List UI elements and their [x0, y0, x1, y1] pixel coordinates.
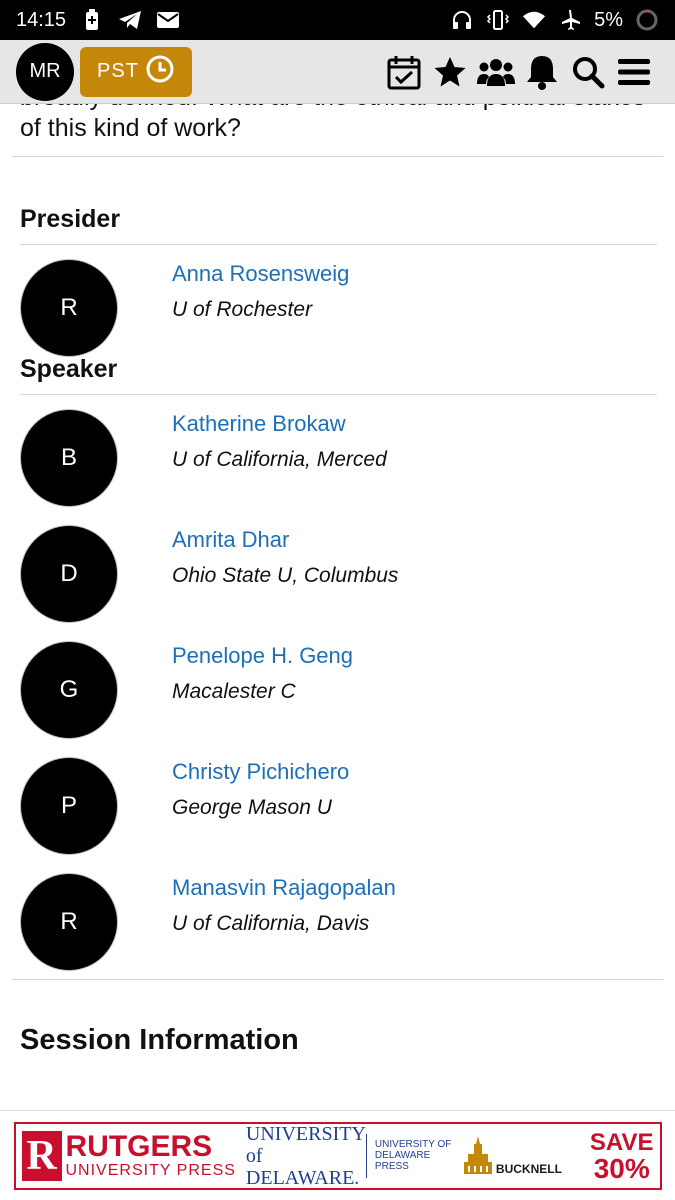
person-avatar[interactable]: R: [20, 259, 118, 357]
person-affiliation: U of California, Merced: [172, 448, 387, 471]
person-info: Anna Rosensweig U of Rochester: [172, 259, 349, 325]
star-icon[interactable]: [431, 53, 469, 91]
mail-icon: [156, 8, 180, 32]
presider-heading: Presider: [20, 191, 657, 245]
person-row[interactable]: B Katherine Brokaw U of California, Merced: [20, 395, 657, 511]
airplane-icon: [558, 8, 582, 32]
timezone-button[interactable]: PST: [80, 46, 192, 97]
person-avatar[interactable]: P: [20, 757, 118, 855]
person-info: Penelope H. Geng Macalester C: [172, 641, 353, 707]
save-offer: SAVE 30%: [589, 1128, 654, 1184]
person-row[interactable]: D Amrita Dhar Ohio State U, Columbus: [20, 511, 657, 627]
headphones-icon: [450, 8, 474, 32]
person-info: Amrita Dhar Ohio State U, Columbus: [172, 525, 398, 591]
person-row[interactable]: R Manasvin Rajagopalan U of California, Da…: [20, 859, 657, 975]
calendar-check-icon[interactable]: [385, 53, 423, 91]
person-avatar[interactable]: B: [20, 409, 118, 507]
save-line-2: 30%: [593, 1152, 650, 1184]
timezone-label: PST: [97, 60, 139, 82]
bucknell-text: BUCKNELL: [495, 1161, 562, 1176]
user-avatar[interactable]: MR: [16, 42, 74, 101]
person-name-link[interactable]: Anna Rosensweig: [172, 259, 349, 289]
speaker-section: Speaker B Katherine Brokaw U of California…: [0, 341, 675, 975]
save-line-1: SAVE: [589, 1128, 654, 1156]
delaware-main-text: UNIVERSITY of DELAWARE.: [245, 1122, 366, 1189]
person-name-link[interactable]: Amrita Dhar: [172, 525, 398, 555]
app-bar: MR PST: [0, 40, 675, 104]
person-affiliation: George Mason U: [172, 796, 332, 819]
menu-icon[interactable]: [615, 53, 653, 91]
bell-icon[interactable]: [523, 53, 561, 91]
session-information-heading: Session Information: [20, 1024, 299, 1056]
divider: [12, 156, 663, 157]
person-affiliation: Macalester C: [172, 680, 296, 703]
search-icon[interactable]: [569, 53, 607, 91]
logo-separator: [365, 1133, 367, 1178]
rutgers-press-logo: R RUTGERS UNIVERSITY PRESS: [21, 1129, 236, 1181]
rutgers-big-text: RUTGERS: [65, 1129, 213, 1163]
person-row[interactable]: P Christy Pichichero George Mason U: [20, 743, 657, 859]
session-detail[interactable]: broadly defined. What are the ethical an…: [0, 104, 675, 1110]
speaker-heading: Speaker: [20, 341, 657, 395]
presider-section: Presider R Anna Rosensweig U of Rochester: [0, 191, 675, 361]
person-row[interactable]: G Penelope H. Geng Macalester C: [20, 627, 657, 743]
battery-percent: 5%: [594, 8, 623, 31]
person-name-link[interactable]: Christy Pichichero: [172, 757, 349, 787]
delaware-press-text: UNIVERSITY OF DELAWARE PRESS: [374, 1139, 452, 1172]
person-avatar[interactable]: R: [20, 873, 118, 971]
status-bar: 14:15 5%: [0, 0, 675, 40]
person-info: Christy Pichichero George Mason U: [172, 757, 349, 823]
vibrate-icon: [486, 8, 510, 32]
wifi-icon: [522, 8, 546, 32]
delaware-press-logo: UNIVERSITY of DELAWARE. UNIVERSITY OF DE…: [246, 1123, 453, 1189]
bucknell-logo: BUCKNELL: [463, 1135, 562, 1176]
ad-content[interactable]: R RUTGERS UNIVERSITY PRESS UNIVERSITY of…: [13, 1121, 662, 1190]
person-name-link[interactable]: Manasvin Rajagopalan: [172, 873, 396, 903]
battery-ring-icon: [635, 8, 659, 32]
people-icon[interactable]: [477, 53, 515, 91]
person-name-link[interactable]: Penelope H. Geng: [172, 641, 353, 671]
telegram-icon: [118, 8, 142, 32]
person-affiliation: Ohio State U, Columbus: [172, 564, 399, 587]
rutgers-wordmark: RUTGERS UNIVERSITY PRESS: [65, 1129, 236, 1180]
person-avatar[interactable]: D: [20, 525, 118, 623]
person-name-link[interactable]: Katherine Brokaw: [172, 409, 387, 439]
person-affiliation: U of California, Davis: [172, 912, 370, 935]
person-affiliation: U of Rochester: [172, 298, 313, 321]
status-time: 14:15: [16, 8, 67, 31]
person-info: Katherine Brokaw U of California, Merced: [172, 409, 387, 475]
person-info: Manasvin Rajagopalan U of California, Dav…: [172, 873, 396, 939]
battery-charging-icon: [80, 8, 104, 32]
person-avatar[interactable]: G: [20, 641, 118, 739]
rutgers-r-mark: R: [21, 1130, 62, 1181]
building-icon: [463, 1135, 492, 1174]
ad-banner[interactable]: R RUTGERS UNIVERSITY PRESS UNIVERSITY of…: [0, 1110, 675, 1200]
speaker-list: B Katherine Brokaw U of California, Merced…: [20, 395, 657, 975]
session-description: broadly defined. What are the ethical an…: [20, 104, 645, 142]
rutgers-small-text: UNIVERSITY PRESS: [65, 1161, 236, 1179]
clock-icon: [145, 54, 175, 90]
